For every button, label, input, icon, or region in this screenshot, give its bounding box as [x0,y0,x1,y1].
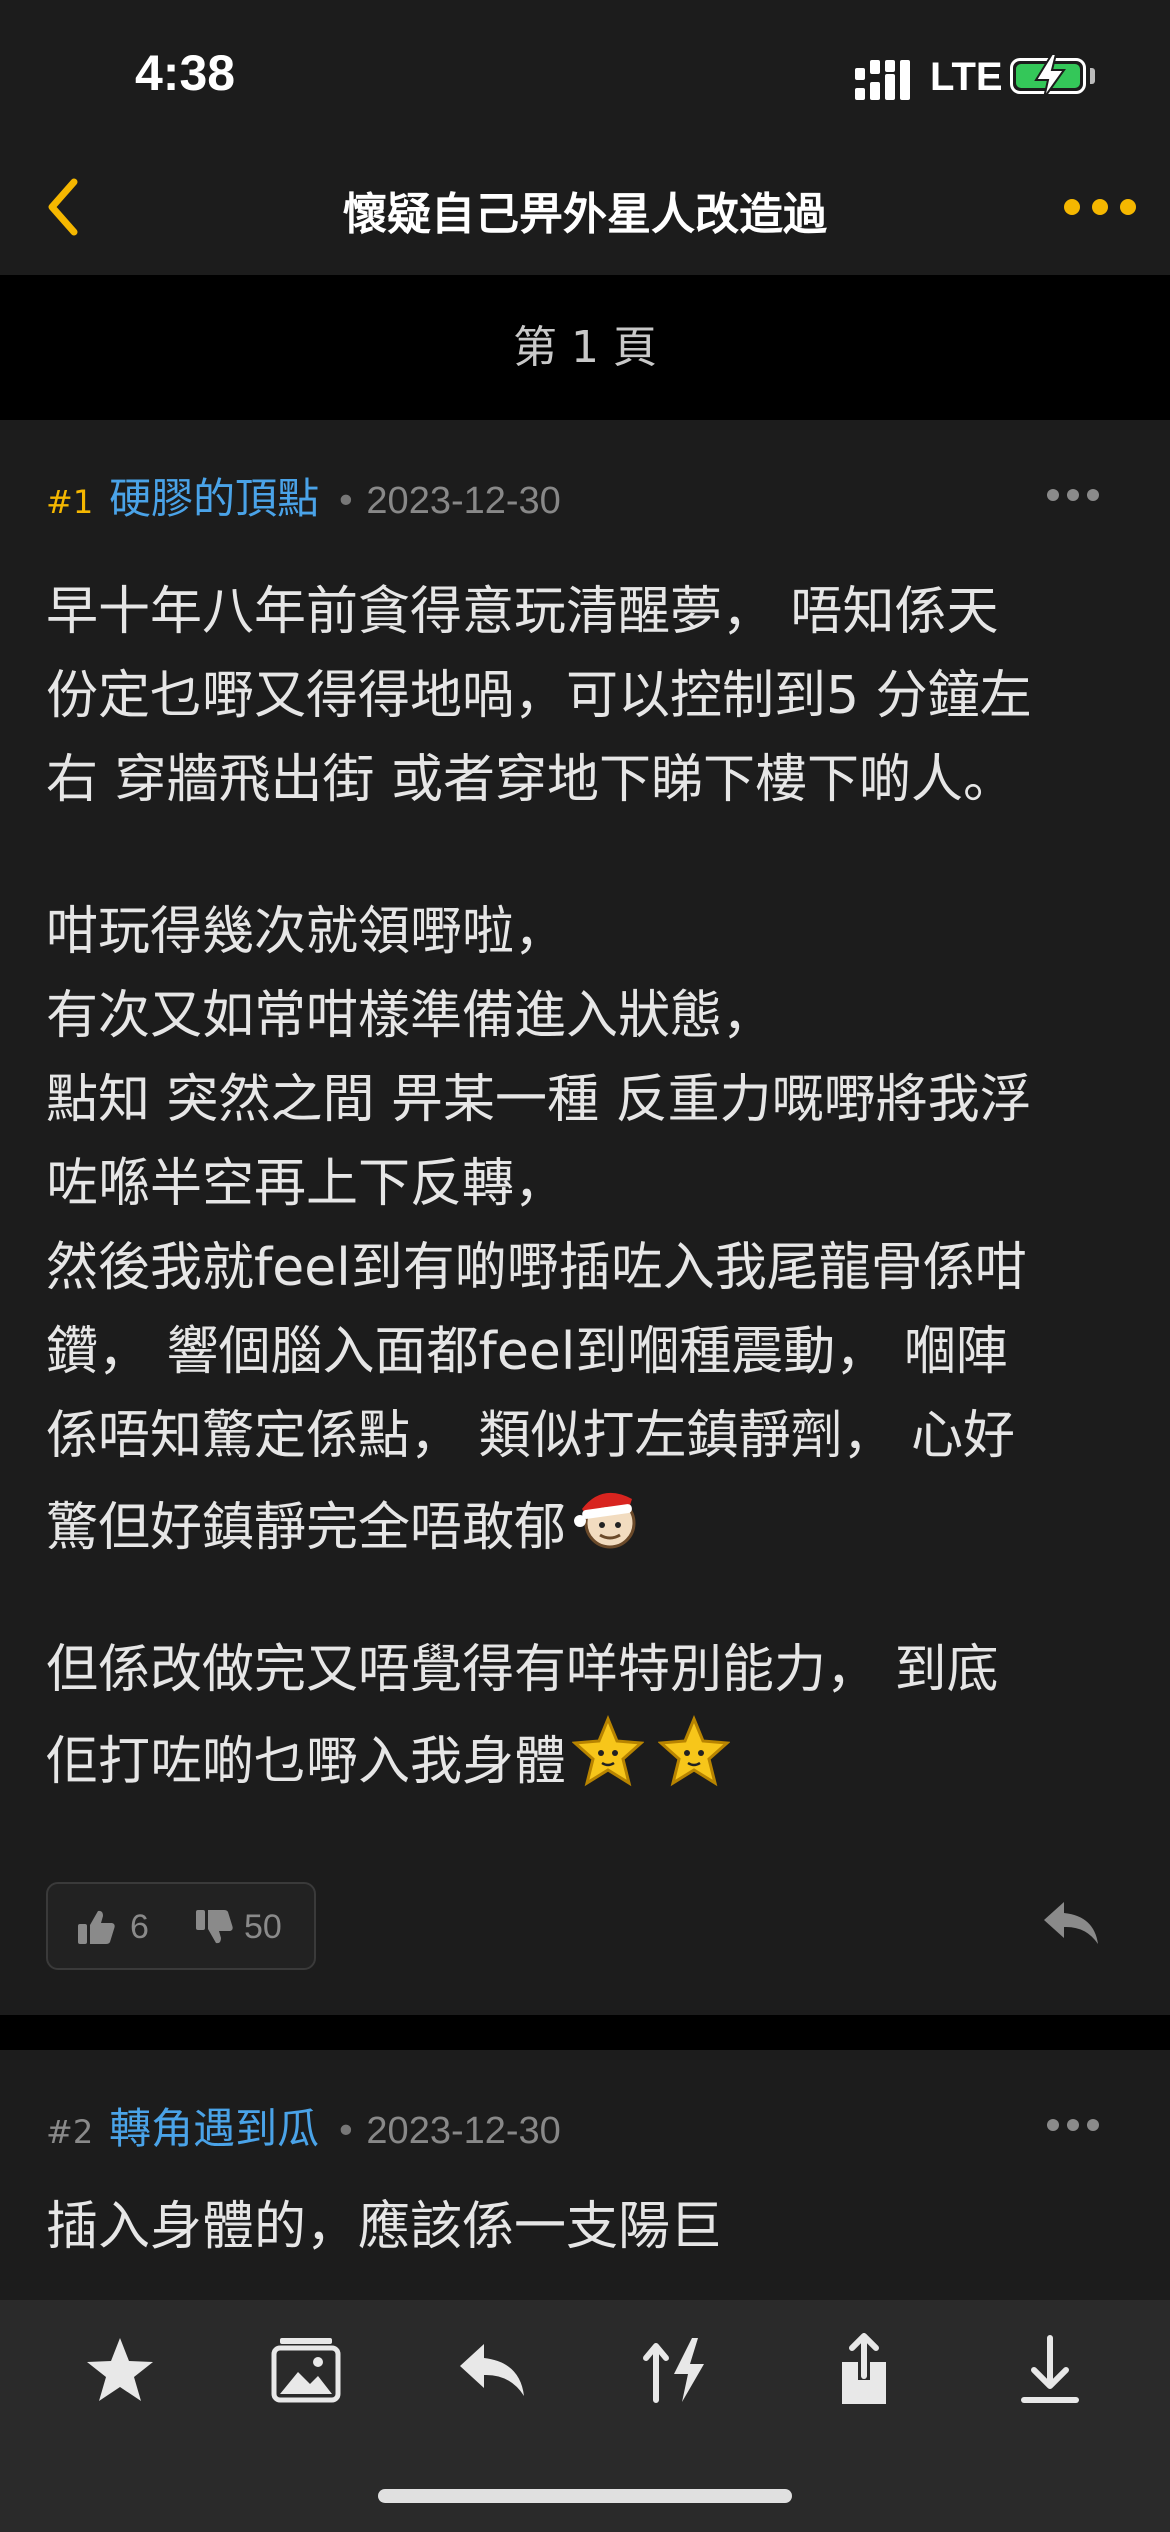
post-header: #1 硬膠的頂點 • 2023-12-30 [46,465,561,525]
star-emoji-icon [572,1715,645,1787]
thread-title: 懷疑自己畀外星人改造過 [343,189,827,240]
status-time: 4:38 [135,45,236,101]
post: #2 轉角遇到瓜 • 2023-12-30 插入身體的，應該係一支陽巨 [0,2050,1170,2300]
post-line: 佢打咗啲乜嘢入我身體 [46,1732,567,1792]
charging-bolt-icon [1034,53,1066,99]
post-line: 咗喺半空再上下反轉， [46,1154,567,1214]
download-icon[interactable] [1010,2330,1090,2410]
separator-dot: • [335,2111,357,2152]
post-line: 鑽， 響個腦入面都feel到嗰種震動， 嗰陣 [46,1322,1008,1382]
share-icon[interactable] [824,2330,904,2410]
post-line: 然後我就feel到有啲嘢插咗入我尾龍骨係咁 [46,1238,1027,1298]
post-more-icon[interactable] [1045,487,1101,503]
post-number: #1 [46,483,94,521]
post-body: 插入身體的，應該係一支陽巨 [46,2185,1136,2269]
post-line: 右 穿牆飛出街 或者穿地下睇下樓下啲人。 [46,750,1016,810]
home-indicator[interactable] [378,2489,792,2503]
reply-icon[interactable] [452,2330,532,2410]
santa-emoji-icon [574,1492,636,1549]
post-line: 插入身體的，應該係一支陽巨 [46,2197,723,2257]
downvote-count: 50 [244,1908,282,1946]
thumbs-up-icon[interactable] [76,1908,116,1946]
status-bar: 4:38 LTE [0,0,1170,140]
more-options-icon[interactable] [1060,195,1140,219]
post-more-icon[interactable] [1045,2117,1101,2133]
post-date: 2023-12-30 [366,480,561,522]
image-gallery-icon[interactable] [266,2330,346,2410]
network-type: LTE [930,55,1003,99]
post-line: 份定乜嘢又得得地喎，可以控制到5 分鐘左 [46,666,1032,726]
thumbs-down-icon[interactable] [194,1908,234,1946]
post-date: 2023-12-30 [366,2110,561,2152]
reply-icon[interactable] [1040,1898,1102,1948]
nav-bar: 懷疑自己畀外星人改造過 [0,140,1170,275]
star-emoji-icon [658,1715,731,1787]
post-header: #2 轉角遇到瓜 • 2023-12-30 [46,2095,561,2155]
post-line: 但係改做完又唔覺得有咩特別能力， 到底 [46,1640,999,1700]
post-username[interactable]: 硬膠的頂點 [109,465,319,526]
signal-icon [855,60,915,100]
post-line: 有次又如常咁樣準備進入狀態， [46,986,775,1046]
upvote-count: 6 [130,1908,149,1946]
post-line: 咁玩得幾次就領嘢啦， [46,902,567,962]
star-icon[interactable] [80,2330,160,2410]
post-username[interactable]: 轉角遇到瓜 [109,2095,319,2156]
post-line: 點知 突然之間 畀某一種 反重力嘅嘢將我浮 [46,1070,1032,1130]
separator-dot: • [335,481,357,522]
post: #1 硬膠的頂點 • 2023-12-30 早十年八年前貪得意玩清醒夢， 唔知係… [0,420,1170,2015]
page-indicator: 第 1 頁 [0,275,1170,420]
vote-box: 6 50 [46,1882,316,1970]
post-body: 早十年八年前貪得意玩清醒夢， 唔知係天 份定乜嘢又得得地喎，可以控制到5 分鐘左… [46,570,1136,1812]
post-number: #2 [46,2113,94,2151]
back-chevron-icon[interactable] [38,172,88,242]
post-line: 早十年八年前貪得意玩清醒夢， 唔知係天 [46,582,999,642]
post-line: 係唔知驚定係點， 類似打左鎮靜劑， 心好 [46,1406,1016,1466]
post-line: 驚但好鎮靜完全唔敢郁 [46,1498,567,1558]
sort-icon[interactable] [638,2330,718,2410]
